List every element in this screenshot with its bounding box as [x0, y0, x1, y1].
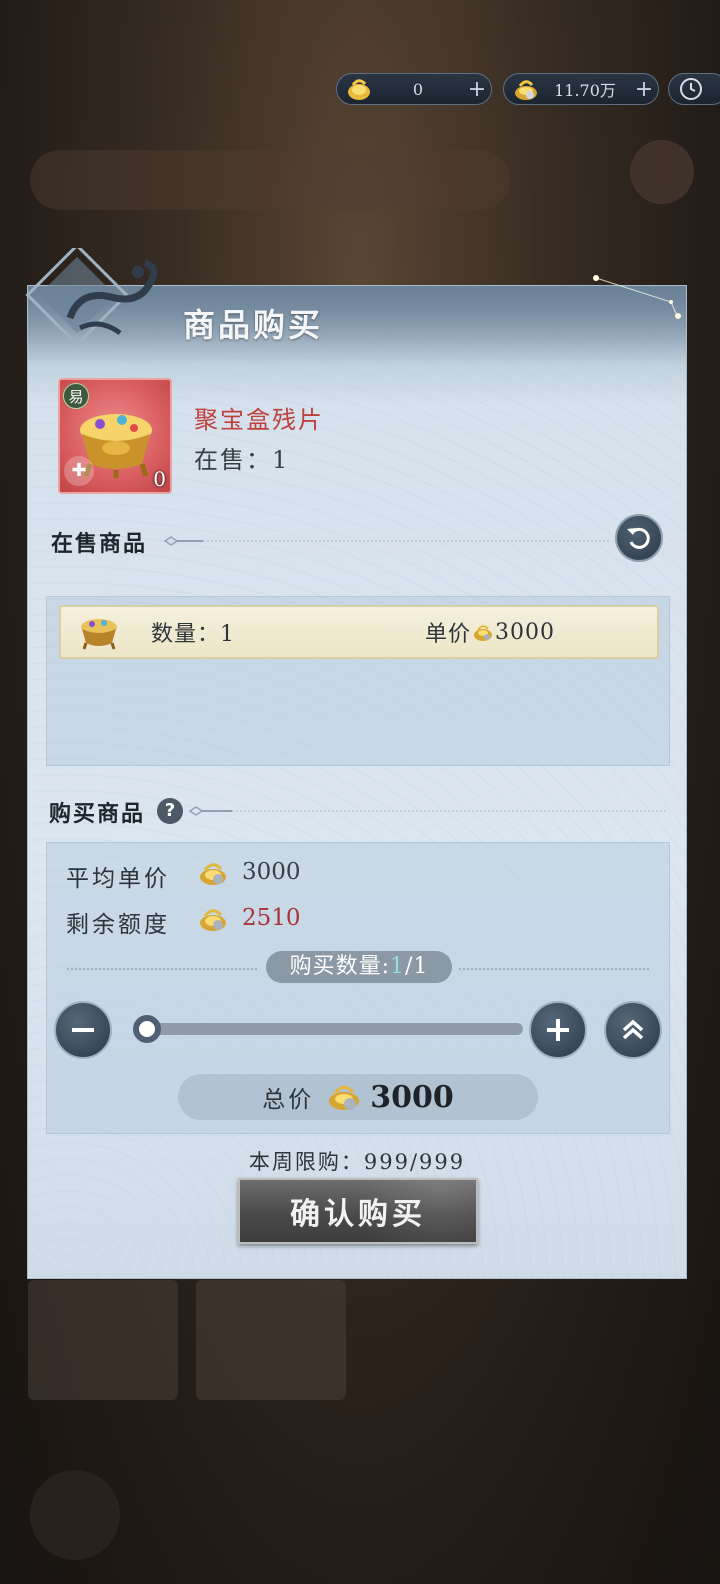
item-name: 聚宝盒残片	[194, 406, 324, 434]
gold-dragon-ingot-icon	[515, 80, 537, 100]
confirm-purchase-button[interactable]: 确认购买	[238, 1178, 478, 1244]
remaining-quota-value: 2510	[242, 905, 301, 931]
double-chevron-up-icon	[622, 1019, 644, 1040]
on-sale-section-title: 在售商品	[51, 531, 148, 557]
avg-price-value: 3000	[242, 859, 301, 885]
clock-button[interactable]	[668, 73, 720, 105]
total-price-label: 总价	[262, 1087, 315, 1113]
help-icon[interactable]: ?	[157, 798, 183, 824]
decrease-quantity-button[interactable]	[54, 1001, 112, 1059]
add-coin-b-button[interactable]: +	[630, 77, 658, 102]
currency-coin-a: 0 +	[336, 73, 492, 105]
dialog-title: 商品购买	[183, 306, 324, 344]
background-decoration	[630, 140, 694, 204]
background-gear-icon	[30, 1470, 120, 1560]
currency-coin-a-value: 0	[412, 79, 424, 99]
gold-dragon-ingot-icon	[474, 625, 493, 641]
listing-row[interactable]: 数量：1 单价 3000	[59, 605, 659, 659]
item-card[interactable]: 易 ✚ 0	[58, 378, 172, 494]
clock-icon	[680, 78, 702, 100]
on-sale-listing-panel: 数量：1 单价 3000	[46, 596, 670, 766]
gold-dragon-ingot-icon	[329, 1085, 360, 1110]
refresh-icon	[627, 527, 650, 549]
item-stock: 在售：1	[194, 446, 290, 474]
refresh-button[interactable]	[615, 514, 663, 562]
plus-icon	[547, 1019, 569, 1041]
listing-price-label: 单价	[425, 622, 472, 647]
listing-price: 单价 3000	[425, 616, 555, 648]
quantity-divider	[67, 968, 257, 970]
listing-quantity: 数量：1	[151, 622, 235, 647]
avg-price-label: 平均单价	[66, 866, 170, 892]
gold-dragon-ingot-icon	[200, 909, 226, 931]
puzzle-fragment-icon: ✚	[64, 456, 94, 486]
quantity-slider[interactable]	[147, 1023, 523, 1035]
currency-coin-b: 11.70万 +	[503, 73, 659, 105]
treasure-pot-icon	[81, 619, 117, 650]
qty-prefix: 购买数量:	[289, 954, 390, 979]
section-divider	[188, 806, 666, 816]
qty-suffix: /1	[405, 954, 429, 979]
gold-dragon-coin-icon	[348, 79, 370, 100]
purchase-section-title: 购买商品	[49, 801, 146, 827]
background-card	[28, 1280, 178, 1400]
purchase-dialog: 商品购买 易 ✚ 0 聚宝盒残片 在售：1 在售商品 数量：1 单价 3000 …	[25, 248, 687, 1279]
quantity-slider-thumb[interactable]	[133, 1015, 161, 1043]
total-price-box: 总价 3000	[178, 1074, 538, 1120]
max-quantity-button[interactable]	[604, 1001, 662, 1059]
increase-quantity-button[interactable]	[529, 1001, 587, 1059]
remaining-quota-label: 剩余额度	[66, 912, 170, 938]
purchase-quantity-indicator: 购买数量:1/1	[266, 951, 452, 983]
minus-icon	[72, 1028, 94, 1032]
qty-current: 1	[390, 954, 405, 979]
background-decoration	[30, 150, 510, 210]
item-card-count: 0	[153, 467, 166, 491]
listing-price-value: 3000	[495, 619, 556, 645]
constellation-decoration	[593, 275, 681, 319]
weekly-limit: 本周限购：999/999	[248, 1150, 466, 1174]
tradeable-tag: 易	[63, 383, 89, 409]
total-price-value: 3000	[370, 1079, 454, 1115]
currency-coin-b-value: 11.70万	[554, 81, 616, 100]
add-coin-a-button[interactable]: +	[463, 77, 491, 102]
background-card	[196, 1280, 346, 1400]
quantity-divider	[459, 968, 649, 970]
section-divider	[163, 536, 611, 546]
gold-dragon-ingot-icon	[200, 863, 226, 885]
purchase-panel: 平均单价 3000 剩余额度 2510 购买数量:1/1 总价 3000	[46, 842, 670, 1134]
dialog-emblem-icon	[25, 248, 158, 347]
